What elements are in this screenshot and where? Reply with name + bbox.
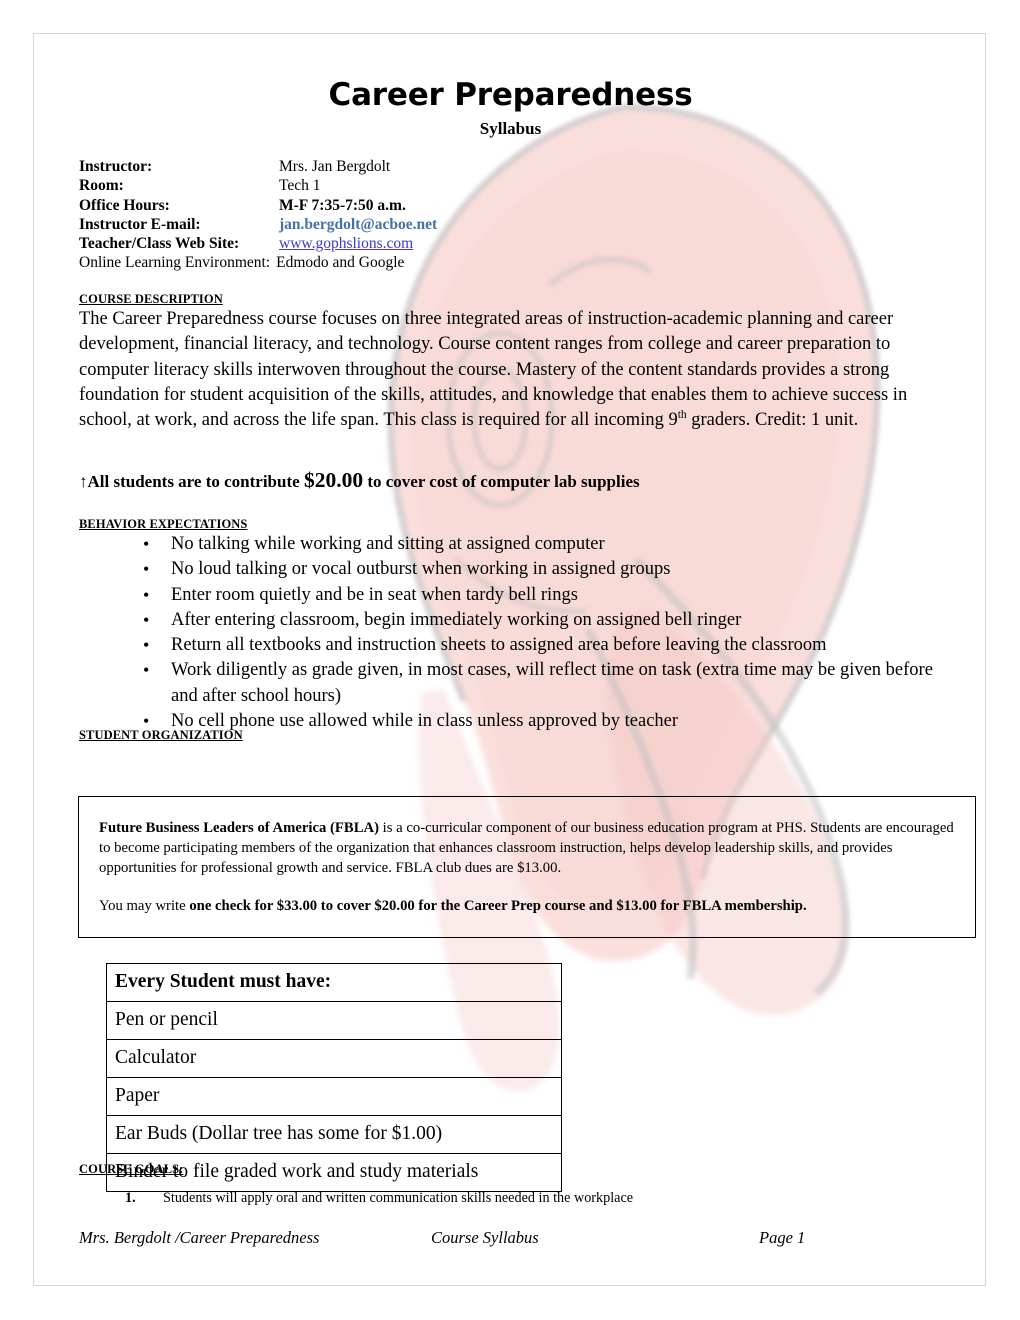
paragraph-course-description: The Career Preparedness course focuses o…	[79, 307, 941, 433]
info-row-office-hours: Office Hours: M-F 7:35-7:50 a.m.	[79, 196, 437, 215]
heading-behavior-expectations: BEHAVIOR EXPECTATIONS	[79, 517, 248, 531]
heading-student-organization: STUDENT ORGANIZATION	[79, 728, 243, 742]
fbla-check-instruction: one check for $33.00 to cover $20.00 for…	[189, 898, 807, 915]
goal-text: Students will apply oral and written com…	[163, 1190, 634, 1206]
info-row-room: Room: Tech 1	[79, 176, 437, 195]
info-value-office-hours: M-F 7:35-7:50 a.m.	[279, 196, 406, 214]
info-row-instructor: Instructor: Mrs. Jan Bergdolt	[79, 157, 437, 176]
supplies-item: Pen or pencil	[106, 1001, 562, 1040]
contribution-text-b: to cover cost of computer lab supplies	[363, 472, 640, 491]
bullet-icon: •	[143, 609, 150, 630]
bullet-icon: •	[143, 584, 150, 605]
list-item: 1. Students will apply oral and written c…	[79, 1188, 941, 1208]
list-item-text: Work diligently as grade given, in most …	[171, 660, 933, 706]
page-footer: Mrs. Bergdolt /Career Preparedness Cours…	[79, 1228, 941, 1248]
behavior-expectations-list: • No talking while working and sitting at…	[79, 532, 959, 734]
list-item: • No talking while working and sitting at…	[79, 532, 959, 557]
contribution-text-a: All students are to contribute	[87, 472, 304, 491]
info-label-room: Room:	[79, 177, 124, 195]
fbla-paragraph-2: You may write one check for $33.00 to co…	[99, 897, 955, 917]
list-item: • Work diligently as grade given, in most…	[79, 658, 959, 709]
info-value-online-learning: Edmodo and Google	[276, 254, 405, 272]
info-label-instructor: Instructor:	[79, 158, 153, 175]
class-website-link[interactable]: www.gophslions.com	[279, 234, 413, 253]
info-label-online-learning: Online Learning Environment:	[79, 254, 271, 272]
supplies-item: Calculator	[106, 1039, 562, 1078]
footer-center: Course Syllabus	[431, 1228, 539, 1247]
up-arrow-icon: ↑	[79, 472, 88, 491]
page-subtitle: Syllabus	[479, 119, 542, 138]
info-value-room: Tech 1	[279, 177, 321, 195]
required-supplies-table: Every Student must have: Pen or pencil C…	[106, 963, 562, 1192]
instructor-info-block: Instructor: Mrs. Jan Bergdolt Room: Tech 1…	[79, 157, 437, 273]
page-title: Career Preparedness	[328, 77, 693, 113]
table-row: Ear Buds (Dollar tree has some for $1.00…	[106, 1115, 562, 1154]
fbla-org-name: Future Business Leaders of America (FBLA…	[99, 820, 379, 836]
bullet-icon: •	[143, 660, 150, 681]
goal-number: 1.	[125, 1190, 136, 1206]
list-item-text: Enter room quietly and be in seat when t…	[171, 584, 578, 605]
list-item-text: After entering classroom, begin immediat…	[171, 609, 742, 630]
info-value-instructor: Mrs. Jan Bergdolt	[279, 158, 391, 175]
info-row-website: Teacher/Class Web Site: www.gophslions.co…	[79, 234, 437, 253]
table-row: Pen or pencil	[106, 1001, 562, 1040]
table-row: Paper	[106, 1077, 562, 1116]
fbla-paragraph-1: Future Business Leaders of America (FBLA…	[99, 819, 955, 878]
info-row-online-learning: Online Learning Environment: Edmodo and G…	[79, 253, 437, 272]
bullet-icon: •	[143, 559, 150, 580]
heading-course-description: COURSE DESCRIPTION	[79, 292, 223, 306]
footer-page-number: Page 1	[759, 1228, 806, 1247]
table-row: Every Student must have:	[106, 963, 562, 1002]
fbla-paragraph-2-lead: You may write	[99, 898, 190, 915]
list-item-text: No loud talking or vocal outburst when w…	[171, 559, 671, 580]
course-description-text-b: graders. Credit: 1 unit.	[686, 410, 859, 431]
bullet-icon: •	[143, 534, 150, 554]
list-item-text: Return all textbooks and instruction she…	[171, 635, 827, 656]
info-row-email: Instructor E-mail: jan.bergdolt@acboe.net	[79, 215, 437, 234]
footer-left: Mrs. Bergdolt /Career Preparedness	[79, 1228, 320, 1247]
course-goals-list: 1. Students will apply oral and written c…	[79, 1188, 941, 1208]
contribution-amount: $20.00	[303, 468, 364, 492]
course-description-superscript: th	[677, 409, 687, 422]
list-item: • After entering classroom, begin immedia…	[79, 608, 959, 633]
list-item-text: No cell phone use allowed while in class…	[171, 711, 679, 732]
supplies-table-header: Every Student must have:	[106, 963, 562, 1002]
document-page: Career Preparedness Syllabus Instructor:…	[33, 33, 986, 1286]
supplies-item: Paper	[106, 1077, 562, 1116]
heading-course-goals: COURSE GOALS:	[79, 1162, 184, 1176]
list-item: • Return all textbooks and instruction sh…	[79, 633, 959, 658]
info-label-website: Teacher/Class Web Site:	[79, 235, 240, 253]
info-label-email: Instructor E-mail:	[79, 215, 201, 233]
instructor-email-link[interactable]: jan.bergdolt@acboe.net	[279, 215, 437, 234]
list-item-text: No talking while working and sitting at …	[171, 534, 605, 554]
info-label-office-hours: Office Hours:	[79, 196, 170, 214]
table-row: Calculator	[106, 1039, 562, 1078]
fbla-info-box: Future Business Leaders of America (FBLA…	[78, 796, 976, 939]
contribution-callout: ↑All students are to contribute $20.00 t…	[79, 468, 941, 494]
supplies-item: Ear Buds (Dollar tree has some for $1.00…	[106, 1115, 562, 1154]
list-item: • No loud talking or vocal outburst when …	[79, 557, 959, 582]
list-item: • Enter room quietly and be in seat when …	[79, 583, 959, 608]
bullet-icon: •	[143, 635, 150, 656]
